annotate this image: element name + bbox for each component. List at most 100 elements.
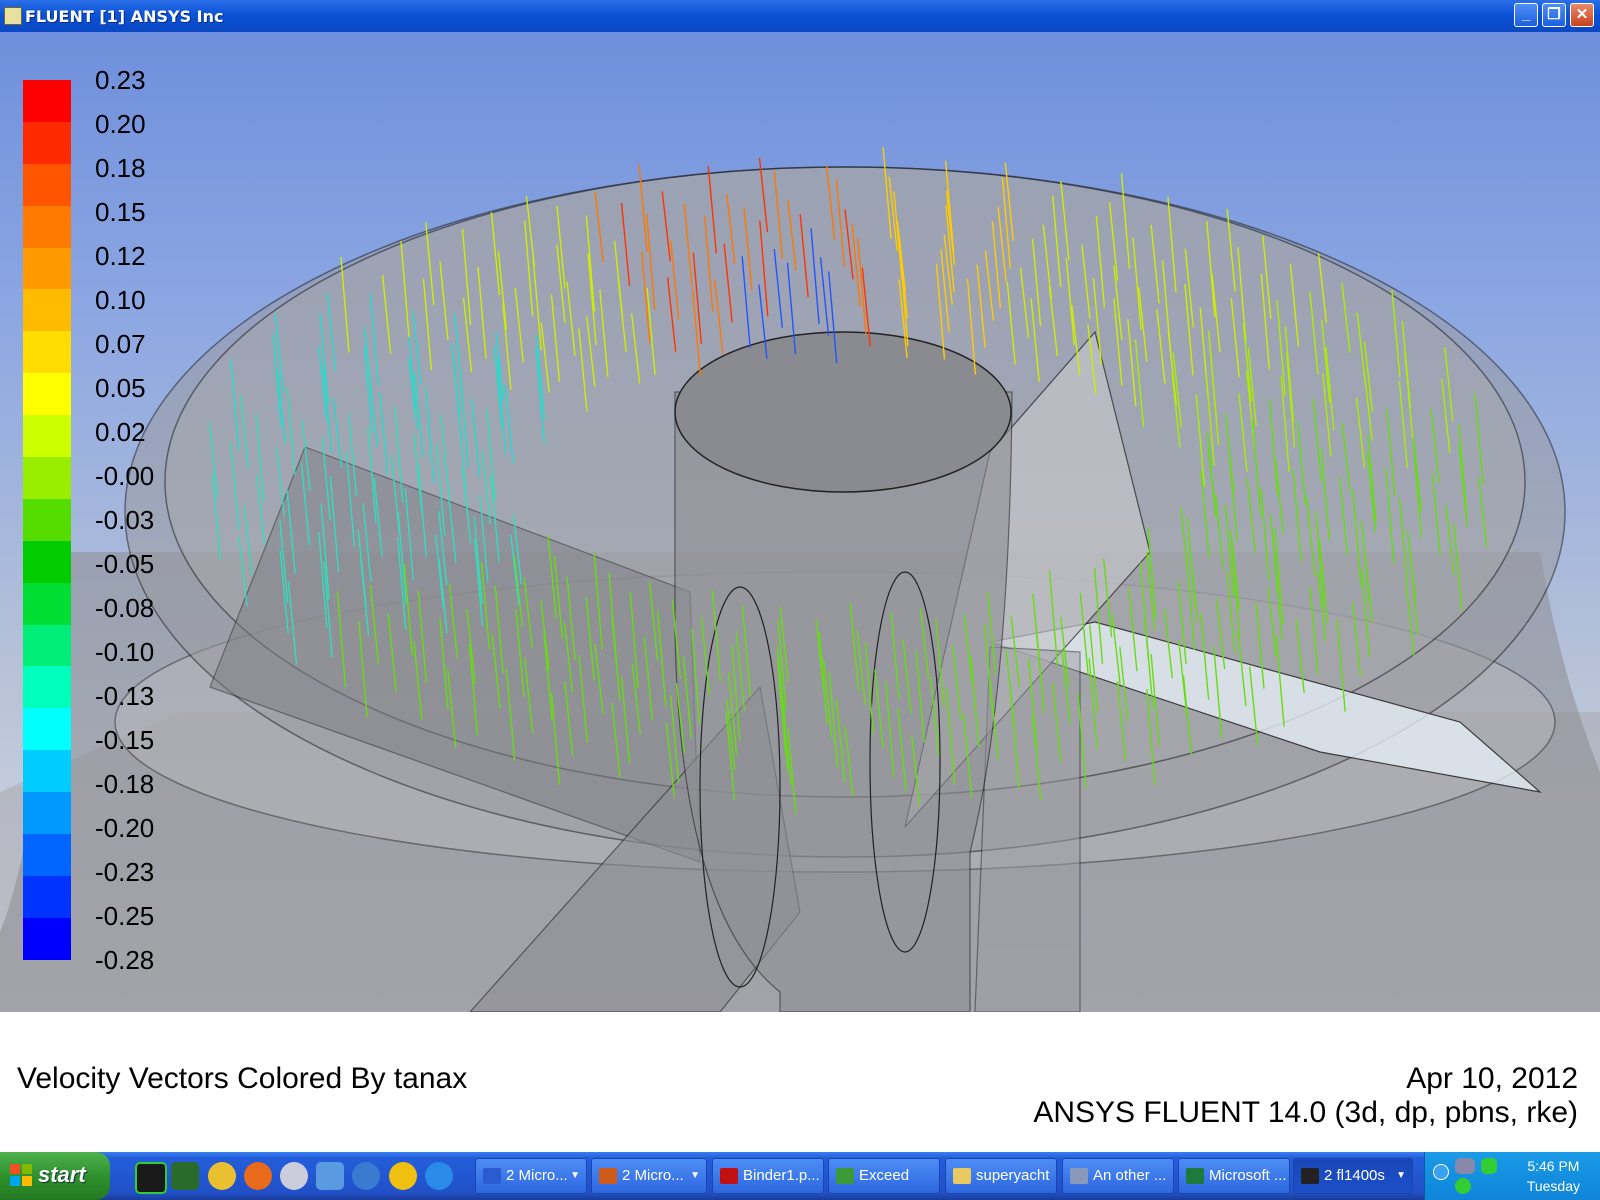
taskbar-item-label: An other ... [1093, 1167, 1167, 1184]
solver-version: ANSYS FLUENT 14.0 (3d, dp, pbns, rke) [1033, 1096, 1578, 1129]
colorbar-cell [23, 582, 71, 625]
system-tray: 5:46 PM Tuesday [1424, 1152, 1600, 1200]
pdf-icon [720, 1168, 738, 1184]
colorbar-label: -0.23 [95, 857, 155, 887]
group-dropdown-icon[interactable]: ▼ [570, 1159, 580, 1193]
windows-taskbar: start 2 Micro... ▼ 2 Micro... ▼ Binder1.p...… [0, 1152, 1600, 1200]
start-label: start [38, 1162, 86, 1187]
colorbar-label: 0.20 [95, 109, 146, 139]
maximize-button[interactable]: ❐ [1542, 3, 1566, 27]
colorbar-label: -0.28 [95, 945, 155, 975]
colorbar-cell [23, 875, 71, 918]
colorbar-cell [23, 331, 71, 374]
internet-explorer-icon[interactable] [425, 1162, 453, 1190]
colorbar-label: -0.08 [95, 593, 155, 623]
network-icon[interactable] [1455, 1158, 1475, 1174]
close-button[interactable]: ✕ [1570, 3, 1594, 27]
gambit-icon[interactable] [171, 1162, 199, 1190]
taskbar-item[interactable]: Binder1.p... [712, 1158, 824, 1194]
window-title: FLUENT [1] ANSYS Inc [25, 7, 224, 26]
colorbar-label: -0.03 [95, 505, 155, 535]
taskbar-item-label: 2 Micro... [622, 1167, 684, 1184]
colorbar-cell [23, 792, 71, 835]
word-icon [483, 1168, 501, 1184]
colorbar-cell [23, 247, 71, 290]
taskbar-item-label: Binder1.p... [743, 1167, 820, 1184]
colorbar-label: -0.18 [95, 769, 155, 799]
colorbar-scale [23, 80, 71, 960]
colorbar-label: 0.10 [95, 285, 146, 315]
explorer-icon[interactable] [316, 1162, 344, 1190]
fluent-launcher-icon[interactable] [135, 1162, 167, 1194]
taskbar-item-label: 2 Micro... [506, 1167, 568, 1184]
taskbar-item[interactable]: Microsoft ... [1178, 1158, 1290, 1194]
colorbar-label: 0.23 [95, 65, 146, 95]
windows-flag-icon [10, 1164, 32, 1186]
colorbar-label: -0.25 [95, 901, 155, 931]
clock[interactable]: 5:46 PM Tuesday [1527, 1156, 1580, 1196]
taskbar-item[interactable]: 2 Micro... ▼ [591, 1158, 707, 1194]
colorbar-cell [23, 457, 71, 499]
colorbar-label: -0.15 [95, 725, 155, 755]
colorbar-cell [23, 666, 71, 709]
plot-footer: Velocity Vectors Colored By tanax Apr 10… [0, 1012, 1600, 1152]
tray-expand-icon[interactable] [1433, 1164, 1449, 1180]
printer-icon [1070, 1168, 1088, 1184]
firefox-icon[interactable] [244, 1162, 272, 1190]
colorbar-cell [23, 498, 71, 541]
fluent-app-icon[interactable] [4, 7, 22, 25]
group-dropdown-icon[interactable]: ▼ [690, 1159, 700, 1193]
colorbar-cell [23, 834, 71, 876]
clock-day: Tuesday [1526, 1178, 1580, 1194]
taskbar-item[interactable]: Exceed [828, 1158, 940, 1194]
colorbar-label: -0.05 [95, 549, 155, 579]
colorbar-label: 0.05 [95, 373, 146, 403]
colorbar-cell [23, 708, 71, 751]
colorbar-cell [23, 624, 71, 667]
colorbar-label: 0.18 [95, 153, 146, 183]
start-button[interactable]: start [0, 1152, 110, 1200]
taskbar-item[interactable]: 2 Micro... ▼ [475, 1158, 587, 1194]
colorbar-label: 0.12 [95, 241, 146, 271]
title-bar: FLUENT [1] ANSYS Inc _ ❐ ✕ [0, 0, 1600, 32]
colorbar-cell [23, 373, 71, 416]
mail-icon[interactable] [280, 1162, 308, 1190]
colorbar-cell [23, 80, 71, 122]
colorbar-label: -0.00 [95, 461, 155, 491]
colorbar-cell [23, 163, 71, 206]
taskbar-item-label: Microsoft ... [1209, 1167, 1287, 1184]
colorbar-cell [23, 415, 71, 458]
media-player-icon[interactable] [352, 1162, 380, 1190]
colorbar-label: 0.07 [95, 329, 146, 359]
taskbar-item-label: Exceed [859, 1167, 910, 1184]
group-dropdown-icon[interactable]: ▼ [1396, 1159, 1406, 1193]
taskbar-item[interactable]: 2 fl1400s ▼ [1293, 1158, 1413, 1194]
plot-date: Apr 10, 2012 [1406, 1062, 1578, 1095]
impeller-geometry [0, 147, 1600, 1012]
ansys-icon[interactable] [389, 1162, 417, 1190]
colorbar-label: -0.20 [95, 813, 155, 843]
colorbar-cell [23, 121, 71, 164]
graphics-viewport[interactable]: 0.23 0.20 0.18 0.15 0.12 0.10 0.07 0.05 0.02 -0.0… [0, 32, 1600, 1012]
security-icon[interactable] [1455, 1178, 1471, 1194]
clock-time: 5:46 PM [1527, 1158, 1580, 1174]
plot-caption: Velocity Vectors Colored By tanax [17, 1062, 468, 1095]
colorbar-cell [23, 289, 71, 332]
fluent-icon [1301, 1168, 1319, 1184]
taskbar-item[interactable]: An other ... [1062, 1158, 1174, 1194]
colorbar-label: 0.02 [95, 417, 146, 447]
colorbar-label: -0.10 [95, 637, 155, 667]
taskbar-item[interactable]: superyacht [945, 1158, 1057, 1194]
exceed-icon [836, 1168, 854, 1184]
colorbar-cell [23, 205, 71, 248]
minimize-button[interactable]: _ [1514, 3, 1538, 27]
folder-icon[interactable] [208, 1162, 236, 1190]
colorbar-cell [23, 750, 71, 793]
excel-icon [1186, 1168, 1204, 1184]
colorbar-label: -0.13 [95, 681, 155, 711]
colorbar-label: 0.15 [95, 197, 146, 227]
signal-icon[interactable] [1481, 1158, 1497, 1174]
folder-icon [953, 1168, 971, 1184]
powerpoint-icon [599, 1168, 617, 1184]
colorbar-cell [23, 917, 71, 960]
